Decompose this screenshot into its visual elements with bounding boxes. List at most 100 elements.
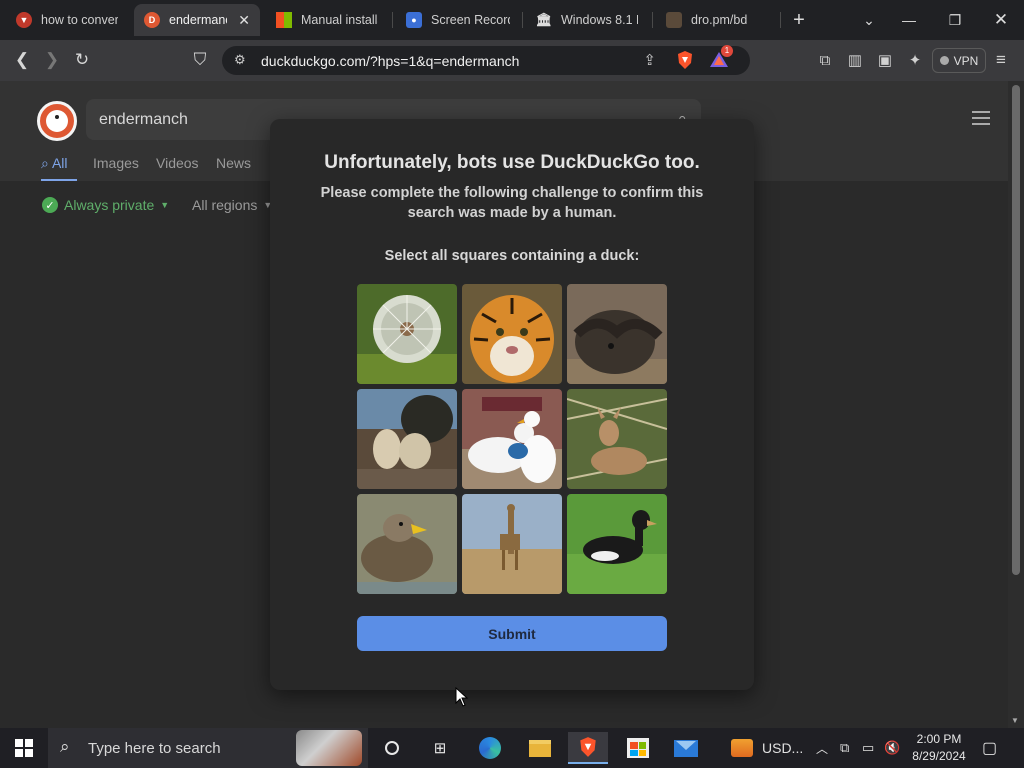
tab-label: how to convert	[41, 13, 118, 27]
tab-dro-pm[interactable]: dro.pm/bd	[656, 4, 778, 36]
url-text[interactable]: duckduckgo.com/?hps=1&q=endermanch	[261, 53, 519, 69]
tile-deer[interactable]	[567, 389, 667, 489]
search-small-icon: ⌕	[41, 155, 49, 171]
taskbar-search-input[interactable]: ⌕ Type here to search	[48, 728, 368, 768]
close-window-icon[interactable]: ✕	[978, 0, 1024, 40]
show-hidden-icons-chevron-icon[interactable]: ︿	[816, 728, 828, 768]
scroll-down-icon[interactable]: ▼	[1011, 716, 1019, 725]
mail-icon[interactable]	[666, 732, 706, 764]
region-filter[interactable]: All regions ▼	[192, 197, 272, 213]
tab-label: Windows 8.1 F	[561, 13, 638, 27]
vpn-status-icon	[939, 56, 949, 65]
microsoft-store-icon[interactable]	[618, 732, 658, 764]
brave-rewards-icon[interactable]: 1	[708, 45, 733, 71]
task-view-icon[interactable]: ⊞	[420, 732, 460, 764]
leo-ai-icon[interactable]: ✦	[904, 49, 926, 71]
sidebar-icon[interactable]: ▥	[844, 49, 866, 71]
vpn-button[interactable]: VPN	[932, 48, 986, 73]
dialog-title: Unfortunately, bots use DuckDuckGo too.	[324, 152, 700, 173]
tab-label: dro.pm/bd	[691, 13, 748, 27]
search-query[interactable]: endermanch	[99, 111, 188, 129]
screen-recorder-icon: ●	[406, 12, 422, 28]
brave-browser-icon[interactable]	[568, 732, 608, 764]
tab-windows-81[interactable]: 🏛 Windows 8.1 F	[526, 4, 648, 36]
tab-images[interactable]: Images	[93, 155, 139, 171]
tab-videos[interactable]: Videos	[156, 155, 199, 171]
tab-endermanch[interactable]: D endermanch ✕	[134, 4, 260, 36]
tab-manual-install[interactable]: Manual installa	[266, 4, 388, 36]
weather-icon[interactable]	[722, 732, 762, 764]
clock-time: 2:00 PM	[916, 732, 962, 746]
taskbar-search-placeholder[interactable]: Type here to search	[88, 740, 221, 757]
submit-button[interactable]: Submit	[357, 616, 667, 651]
tile-cheetahs[interactable]	[357, 389, 457, 489]
browser-toolbar: ❮ ❯ ↻ ⛉ ⚙ duckduckgo.com/?hps=1&q=enderm…	[0, 40, 1024, 81]
brave-shields-icon[interactable]	[674, 49, 696, 71]
page-scrollbar[interactable]: ▼	[1008, 81, 1024, 728]
tile-dandelion[interactable]	[357, 284, 457, 384]
tile-black-duck[interactable]	[567, 494, 667, 594]
close-tab-icon[interactable]: ✕	[238, 12, 250, 29]
rewards-badge: 1	[721, 45, 733, 57]
tab-screen-recorder[interactable]: ● Screen Recorde	[396, 4, 520, 36]
menu-icon[interactable]: ≡	[990, 49, 1012, 71]
always-private-label: Always private	[64, 197, 155, 213]
notifications-icon[interactable]: ▢	[982, 728, 997, 768]
site-settings-icon[interactable]: ⚙	[234, 52, 246, 68]
bookmark-icon[interactable]: ⛉	[188, 48, 212, 72]
weather-label[interactable]: USD...	[762, 728, 803, 768]
chevron-down-icon: ▼	[160, 200, 170, 210]
check-icon: ✓	[42, 197, 58, 213]
windows-start-icon[interactable]	[0, 728, 48, 768]
reload-icon[interactable]: ↻	[70, 48, 94, 72]
restore-icon[interactable]: ❐	[932, 0, 978, 40]
new-tab-icon[interactable]: +	[776, 0, 822, 40]
extensions-icon[interactable]: ⧉	[814, 49, 836, 71]
tab-how-to-convert[interactable]: ▼ how to convert	[6, 4, 128, 36]
system-clock[interactable]: 2:00 PM 8/29/2024	[902, 731, 976, 765]
file-explorer-icon[interactable]	[520, 732, 560, 764]
tab-separator	[392, 12, 393, 28]
tab-strip: ▼ how to convert D endermanch ✕ Manual i…	[0, 0, 1024, 40]
tile-buffalo[interactable]	[567, 284, 667, 384]
windows-taskbar: ⌕ Type here to search ⊞ USD... ︿ ⧉ ▭ 🔇 2…	[0, 728, 1024, 768]
dropm-icon	[666, 12, 682, 28]
tile-tiger[interactable]	[462, 284, 562, 384]
duckduckgo-logo-icon[interactable]	[37, 101, 77, 141]
active-tab-underline	[41, 179, 77, 181]
minimize-icon[interactable]: —	[886, 0, 932, 40]
scroll-thumb[interactable]	[1012, 85, 1020, 575]
tab-label: Screen Recorde	[431, 13, 510, 27]
clock-date: 8/29/2024	[912, 749, 966, 763]
microsoft-icon	[276, 12, 292, 28]
dialog-subtitle: Please complete the following challenge …	[320, 185, 704, 221]
tile-giraffe[interactable]	[462, 494, 562, 594]
tab-all-label: All	[51, 155, 68, 171]
region-label: All regions	[192, 197, 258, 213]
tab-separator	[522, 12, 523, 28]
tab-all[interactable]: ⌕ All	[41, 155, 68, 172]
wallet-icon[interactable]: ▣	[874, 49, 896, 71]
address-bar[interactable]: ⚙ duckduckgo.com/?hps=1&q=endermanch ⇪	[222, 46, 750, 75]
edge-icon[interactable]	[470, 732, 510, 764]
tab-label: Manual installa	[301, 13, 378, 27]
forward-icon[interactable]: ❯	[40, 48, 64, 72]
share-icon[interactable]: ⇪	[643, 51, 656, 69]
network-icon[interactable]: ▭	[862, 728, 874, 768]
tile-white-ducks[interactable]	[462, 389, 562, 489]
always-private-filter[interactable]: ✓ Always private ▼	[42, 197, 169, 213]
volume-muted-icon[interactable]: 🔇	[884, 728, 900, 768]
meet-now-icon[interactable]: ⧉	[840, 728, 849, 768]
tab-separator	[652, 12, 653, 28]
vpn-label: VPN	[953, 53, 979, 68]
cortana-icon[interactable]	[372, 732, 412, 764]
back-icon[interactable]: ❮	[10, 48, 34, 72]
bot-challenge-dialog: Unfortunately, bots use DuckDuckGo too. …	[270, 119, 754, 690]
challenge-prompt: Select all squares containing a duck:	[384, 248, 640, 264]
tile-duck[interactable]	[357, 494, 457, 594]
hamburger-menu-icon[interactable]	[972, 111, 990, 125]
tab-news[interactable]: News	[216, 155, 251, 171]
brave-shield-icon: ▼	[16, 12, 32, 28]
challenge-grid	[357, 284, 667, 594]
archive-icon: 🏛	[535, 12, 553, 27]
